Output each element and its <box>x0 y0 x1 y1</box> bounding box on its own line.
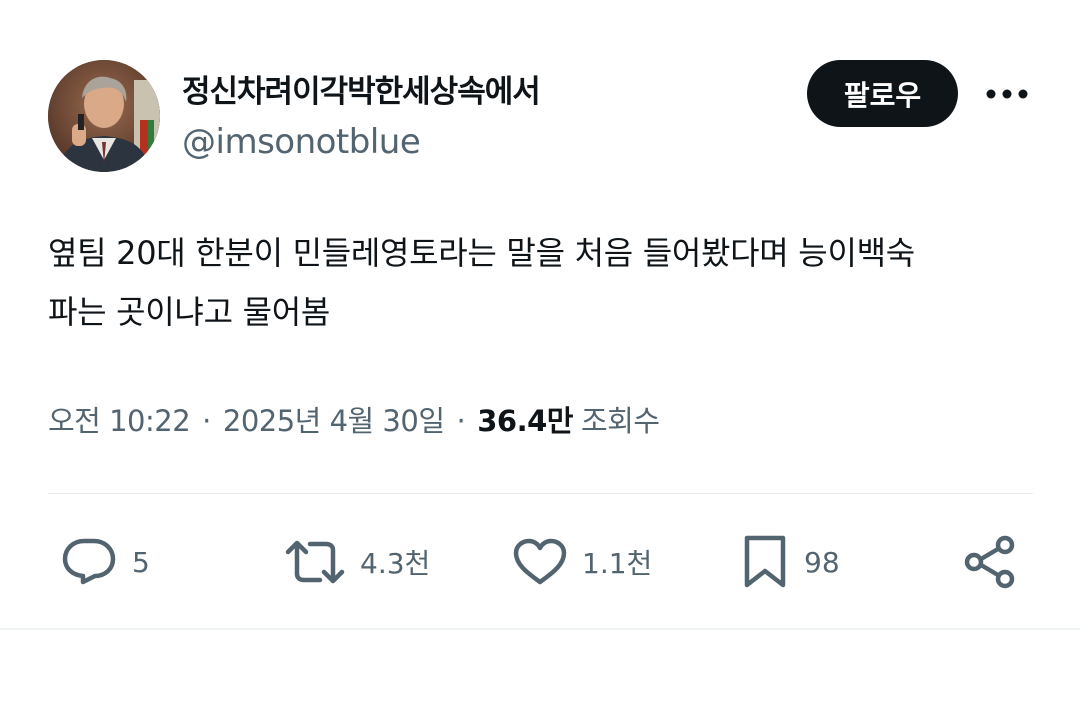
like-count: 1.1천 <box>582 547 653 580</box>
retweet-icon <box>285 540 345 584</box>
display-name[interactable]: 정신차려이각박한세상속에서 <box>182 66 541 111</box>
meta-separator: · <box>202 404 211 438</box>
reply-button[interactable]: 5 <box>60 532 150 592</box>
views-label: 조회수 <box>580 404 660 438</box>
tweet-date[interactable]: 2025년 4월 30일 <box>223 398 445 440</box>
reply-count: 5 <box>132 545 150 579</box>
tweet-text-line: 옆팀 20대 한분이 민들레영토라는 말을 처음 들어봤다며 능이백숙 <box>48 234 915 272</box>
divider <box>48 493 1033 494</box>
tweet-text: 옆팀 20대 한분이 민들레영토라는 말을 처음 들어봤다며 능이백숙 파는 곳… <box>48 224 1038 342</box>
tweet-time[interactable]: 오전 10:22 <box>48 398 191 440</box>
bookmark-button[interactable]: 98 <box>740 532 840 592</box>
heart-icon <box>513 538 567 585</box>
views-count[interactable]: 36.4만 <box>477 398 573 440</box>
share-button[interactable] <box>962 532 1018 592</box>
meta-separator: · <box>456 404 466 438</box>
tweet-detail: 정신차려이각박한세상속에서 @imsonotblue 팔로우 옆팀 20대 한분… <box>0 0 1080 711</box>
avatar-photo <box>48 60 160 172</box>
share-icon <box>964 535 1015 589</box>
tweet-text-line: 파는 곳이냐고 물어봄 <box>48 293 331 331</box>
retweet-count: 4.3천 <box>360 547 431 580</box>
like-button[interactable]: 1.1천 <box>512 532 652 592</box>
follow-button[interactable]: 팔로우 <box>807 60 958 127</box>
avatar[interactable] <box>48 60 160 172</box>
reply-icon <box>62 538 116 585</box>
divider <box>0 628 1080 630</box>
bookmark-count: 98 <box>804 545 840 579</box>
more-options-button[interactable] <box>982 76 1032 112</box>
user-handle[interactable]: @imsonotblue <box>182 122 421 162</box>
bookmark-icon <box>744 535 786 588</box>
tweet-meta: 오전 10:22 · 2025년 4월 30일 · 36.4만 조회수 <box>48 398 660 440</box>
more-dots-icon <box>986 89 1028 99</box>
retweet-button[interactable]: 4.3천 <box>284 532 430 592</box>
